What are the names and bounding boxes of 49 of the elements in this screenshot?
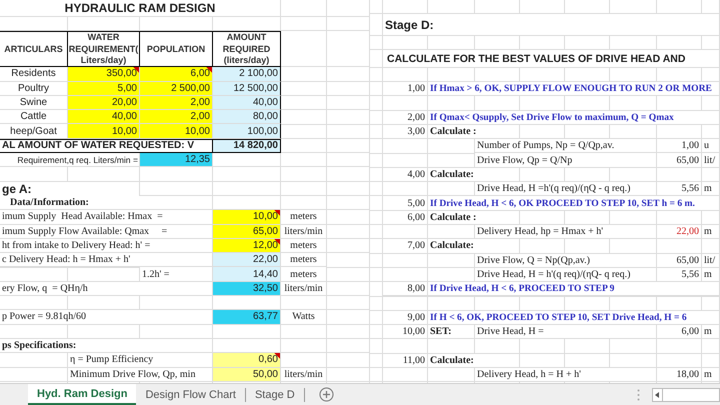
table-cell: 2,00 bbox=[140, 96, 213, 110]
table-cell: 5,00 bbox=[68, 82, 140, 96]
step-number: 8,00 bbox=[383, 282, 428, 296]
field-value: 50,00 bbox=[213, 368, 281, 382]
field-value: 0,60 bbox=[213, 353, 281, 368]
column-header: AMOUNT REQUIRED (liters/day) bbox=[213, 31, 281, 68]
sheet-tab[interactable]: Hyd. Ram Design bbox=[28, 384, 136, 405]
field-value: 14,40 bbox=[213, 267, 281, 282]
unit-label: meters bbox=[281, 253, 327, 268]
field-label: c Delivery Head: h = Hmax + h' bbox=[0, 253, 213, 268]
caret-left-icon bbox=[655, 392, 660, 398]
field-value: 12,00 bbox=[213, 238, 281, 254]
scroll-left-button[interactable] bbox=[652, 388, 663, 402]
column-header: POPULATION bbox=[140, 31, 213, 68]
column-header: ARTICULARS bbox=[0, 31, 68, 68]
formula-value: 1,00 bbox=[657, 139, 702, 154]
field-value: 12,35 bbox=[140, 153, 213, 168]
table-cell: heep/Goat bbox=[0, 124, 68, 139]
table-cell: 12 500,00 bbox=[213, 82, 281, 96]
table-cell: 2 100,00 bbox=[213, 67, 281, 82]
table-cell: 2,00 bbox=[140, 110, 213, 124]
table-cell: 80,00 bbox=[213, 110, 281, 124]
sheet-tab[interactable]: Stage D bbox=[246, 384, 304, 405]
total-label: AL AMOUNT OF WATER REQUESTED: V bbox=[0, 138, 213, 154]
table-cell: Cattle bbox=[0, 110, 68, 124]
section-heading: ge A: bbox=[0, 182, 140, 197]
formula-label: Number of Pumps, Np = Q/Qp,av. bbox=[475, 139, 657, 154]
table-cell: 2 500,00 bbox=[140, 82, 213, 96]
field-value: 65,00 bbox=[213, 224, 281, 239]
table-cell: 10,00 bbox=[140, 124, 213, 139]
splitter-handle-icon[interactable] bbox=[637, 388, 640, 400]
field-value: 32,50 bbox=[213, 282, 281, 296]
table-cell: 350,00 bbox=[68, 67, 140, 82]
formula-label: Drive Flow, Qp = Q/Np bbox=[475, 153, 657, 168]
total-value: 14 820,00 bbox=[213, 138, 281, 154]
table-cell: 20,00 bbox=[68, 96, 140, 110]
add-sheet-icon[interactable] bbox=[318, 387, 334, 402]
table-cell: 6,00 bbox=[140, 67, 213, 82]
field-value: 10,00 bbox=[213, 210, 281, 225]
formula-label: Drive Head, H =h'(q req)/(ηQ - q req.) bbox=[475, 182, 657, 196]
table-cell: 10,00 bbox=[68, 124, 140, 139]
field-value: 63,77 bbox=[213, 310, 281, 325]
table-cell: 100,00 bbox=[213, 124, 281, 139]
table-cell: 40,00 bbox=[68, 110, 140, 124]
table-cell: 40,00 bbox=[213, 96, 281, 110]
sheet-tab[interactable]: Design Flow Chart bbox=[136, 384, 245, 405]
step-instruction: If Drive Head, H < 6, PROCEED TO STEP 9 bbox=[428, 282, 720, 296]
field-value: 22,00 bbox=[213, 253, 281, 268]
column-header: WATER REQUIREMENT( Liters/day) bbox=[68, 31, 140, 68]
